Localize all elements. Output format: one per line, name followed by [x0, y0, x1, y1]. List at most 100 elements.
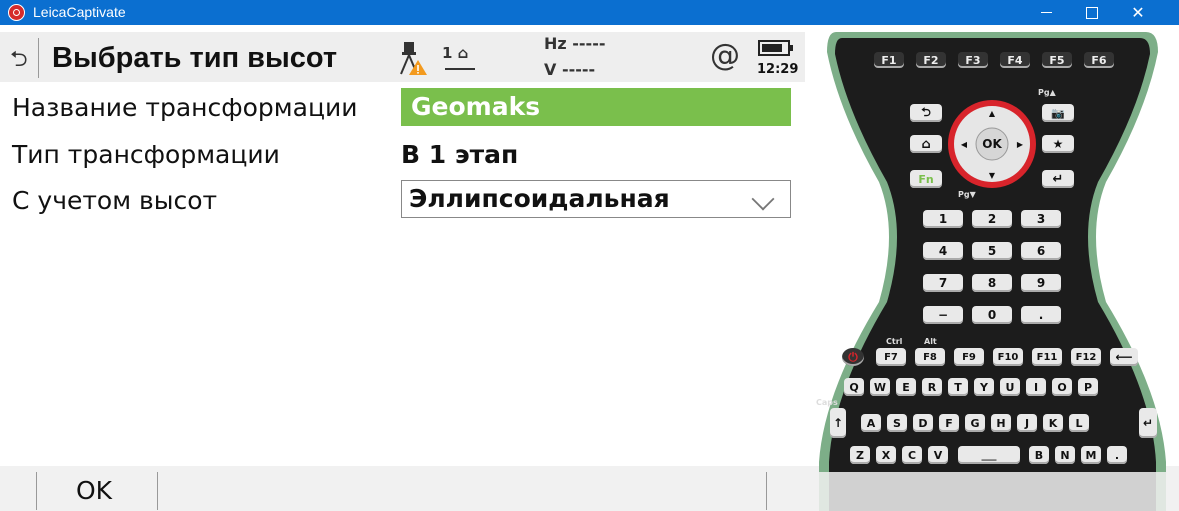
station-number: 1: [442, 44, 453, 62]
key-letter[interactable]: X: [876, 446, 896, 464]
key-letter[interactable]: T: [948, 378, 968, 396]
home-icon: ⌂: [457, 44, 469, 62]
key-left[interactable]: ◀: [957, 137, 971, 151]
key-enter[interactable]: ↵: [1042, 170, 1074, 188]
header-divider: [38, 38, 39, 78]
key-home[interactable]: ⌂: [910, 135, 942, 153]
ok-softkey[interactable]: OK: [76, 476, 112, 505]
maximize-icon: [1086, 6, 1098, 19]
heights-select[interactable]: Эллипсоидальная: [401, 180, 791, 218]
chevron-down-icon: [751, 187, 775, 211]
key-letter[interactable]: K: [1043, 414, 1063, 432]
heights-label: С учетом высот: [12, 186, 218, 215]
key-down[interactable]: ▼: [984, 168, 1000, 182]
key-right[interactable]: ▶: [1013, 137, 1027, 151]
key-f11[interactable]: F11: [1032, 348, 1062, 366]
key-letter[interactable]: Z: [850, 446, 870, 464]
key-letter[interactable]: I: [1026, 378, 1046, 396]
key-letter[interactable]: .: [1107, 446, 1127, 464]
key-power[interactable]: ⏻: [842, 348, 864, 366]
key-letter[interactable]: A: [861, 414, 881, 432]
key-letter[interactable]: S: [887, 414, 907, 432]
key-letter[interactable]: D: [913, 414, 933, 432]
key-f12[interactable]: F12: [1071, 348, 1101, 366]
key-letter[interactable]: V: [928, 446, 948, 464]
key-backspace[interactable]: ⟵: [1110, 348, 1138, 366]
key-letter[interactable]: W: [870, 378, 890, 396]
key-shift[interactable]: ↑: [830, 408, 846, 438]
key-num[interactable]: 1: [923, 210, 963, 228]
key-letter[interactable]: B: [1029, 446, 1049, 464]
transform-name-label: Название трансформации: [12, 93, 358, 122]
key-num[interactable]: 0: [972, 306, 1012, 324]
key-letter[interactable]: R: [922, 378, 942, 396]
virtual-keypad: F1 F2 F3 F4 F5 F6 ⮌ 📷 ⌂ ★ Fn ↵ OK ▲ ▼ ◀ ▶ 1 2 3 4 5 6 7 8 9 −0. ⏻ F7…: [806, 32, 1179, 511]
key-letter[interactable]: Q: [844, 378, 864, 396]
page-header: ⮌ Выбрать тип высот 1 ⌂ Hz ----- V -----…: [0, 32, 805, 82]
key-f7[interactable]: F7: [876, 348, 906, 366]
key-f3[interactable]: F3: [958, 52, 988, 68]
key-f10[interactable]: F10: [993, 348, 1023, 366]
battery-icon: [758, 40, 793, 56]
v-readout: V -----: [544, 60, 596, 79]
key-favorite[interactable]: ★: [1042, 135, 1074, 153]
key-f9[interactable]: F9: [954, 348, 984, 366]
back-arrow-icon[interactable]: ⮌: [10, 42, 28, 80]
key-f1[interactable]: F1: [874, 52, 904, 68]
maximize-button[interactable]: [1069, 0, 1115, 25]
key-letter[interactable]: Y: [974, 378, 994, 396]
key-letter[interactable]: C: [902, 446, 922, 464]
minimize-icon: [1040, 12, 1052, 13]
key-back[interactable]: ⮌: [910, 104, 942, 122]
softkey-divider: [766, 472, 767, 510]
at-icon[interactable]: @: [710, 38, 740, 73]
key-num[interactable]: .: [1021, 306, 1061, 324]
key-return[interactable]: ↵: [1139, 408, 1157, 438]
clock-time: 12:29: [757, 62, 799, 77]
key-letter[interactable]: P: [1078, 378, 1098, 396]
key-f2[interactable]: F2: [916, 52, 946, 68]
key-letter[interactable]: F: [939, 414, 959, 432]
hz-readout: Hz -----: [544, 34, 606, 53]
close-icon: ✕: [1131, 3, 1145, 22]
key-letter[interactable]: L: [1069, 414, 1089, 432]
key-space[interactable]: ___: [958, 446, 1020, 464]
key-num[interactable]: 7: [923, 274, 963, 292]
key-num[interactable]: 2: [972, 210, 1012, 228]
key-letter[interactable]: J: [1017, 414, 1037, 432]
station-indicator[interactable]: 1 ⌂: [442, 44, 468, 62]
key-num[interactable]: 5: [972, 242, 1012, 260]
caps-label: Caps: [816, 398, 838, 407]
key-letter[interactable]: H: [991, 414, 1011, 432]
key-num[interactable]: 4: [923, 242, 963, 260]
key-f5[interactable]: F5: [1042, 52, 1072, 68]
transform-name-field[interactable]: Geomaks: [401, 88, 791, 126]
key-up[interactable]: ▲: [984, 106, 1000, 120]
key-num[interactable]: 3: [1021, 210, 1061, 228]
station-line: [445, 68, 475, 70]
key-num[interactable]: 9: [1021, 274, 1061, 292]
minimize-button[interactable]: [1023, 0, 1069, 25]
transform-type-label: Тип трансформации: [12, 140, 280, 169]
key-letter[interactable]: E: [896, 378, 916, 396]
pgup-label: Pg▲: [1038, 88, 1056, 97]
key-ok[interactable]: OK: [979, 134, 1005, 154]
key-f8[interactable]: F8: [915, 348, 945, 366]
key-fn[interactable]: Fn: [910, 170, 942, 188]
window-title: LeicaCaptivate: [33, 4, 126, 20]
key-f4[interactable]: F4: [1000, 52, 1030, 68]
key-num[interactable]: −: [923, 306, 963, 324]
key-letter[interactable]: N: [1055, 446, 1075, 464]
key-letter[interactable]: M: [1081, 446, 1101, 464]
window-titlebar: LeicaCaptivate ✕: [0, 0, 1179, 25]
key-camera[interactable]: 📷: [1042, 104, 1074, 122]
key-f6[interactable]: F6: [1084, 52, 1114, 68]
key-letter[interactable]: G: [965, 414, 985, 432]
close-button[interactable]: ✕: [1115, 0, 1161, 25]
instrument-warning-icon[interactable]: [398, 40, 428, 76]
key-num[interactable]: 8: [972, 274, 1012, 292]
key-letter[interactable]: U: [1000, 378, 1020, 396]
key-letter[interactable]: O: [1052, 378, 1072, 396]
heights-select-value: Эллипсоидальная: [409, 184, 670, 213]
key-num[interactable]: 6: [1021, 242, 1061, 260]
